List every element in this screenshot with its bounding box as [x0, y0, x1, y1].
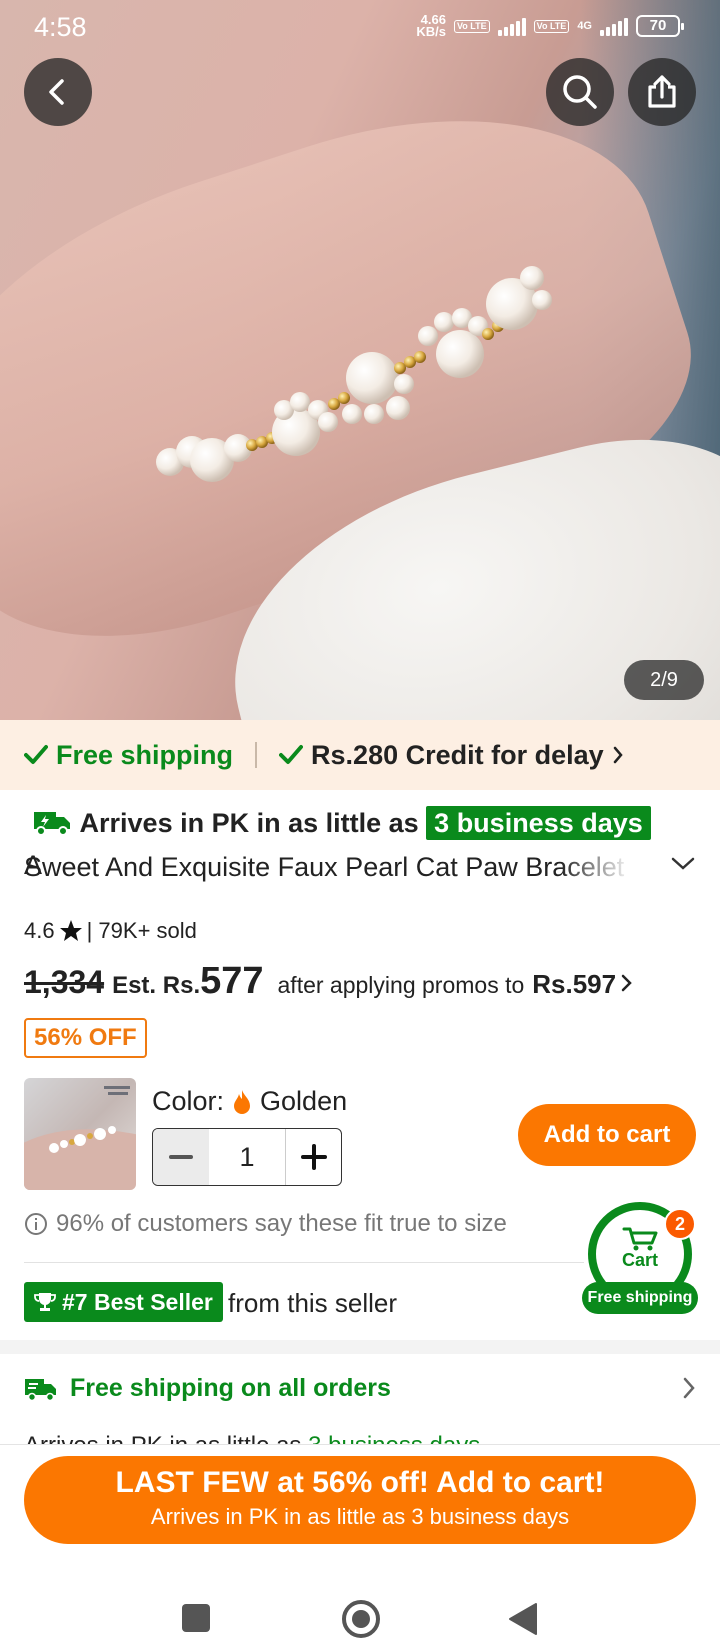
- rating-value: 4.6: [24, 918, 55, 943]
- free-shipping-title: Free shipping on all orders: [70, 1374, 391, 1402]
- volte-badge-2: Vo LTE: [533, 19, 570, 33]
- increase-button[interactable]: [285, 1129, 341, 1185]
- signal-icon-2: [600, 16, 628, 36]
- best-seller-badge[interactable]: #7 Best Seller: [24, 1282, 223, 1322]
- rating-row[interactable]: 4.6 | 79K+ sold: [24, 918, 197, 944]
- fire-icon: [234, 1089, 251, 1114]
- credit-for-delay[interactable]: Rs.280 Credit for delay: [279, 740, 624, 771]
- quantity-value[interactable]: 1: [209, 1129, 285, 1185]
- volte-badge: Vo LTE: [453, 19, 490, 33]
- network-speed: 4.66 KB/s: [416, 13, 446, 39]
- cart-label: Cart: [621, 1250, 658, 1270]
- decrease-button[interactable]: [153, 1129, 209, 1185]
- network-type: 4G: [577, 19, 592, 32]
- cart-count-badge: 2: [664, 1208, 696, 1240]
- home-button[interactable]: [342, 1600, 380, 1638]
- share-icon: [648, 75, 676, 108]
- est-price: 577: [200, 960, 264, 1002]
- promo-text: after applying promos to: [277, 972, 525, 998]
- star-icon: [59, 920, 82, 941]
- product-title-line2: Sweet And Exquisite Faux Pearl Cat Paw B…: [24, 852, 625, 882]
- search-button[interactable]: [546, 58, 614, 126]
- delivery-truck-icon: [25, 1378, 56, 1401]
- quantity-stepper: 1: [152, 1128, 342, 1186]
- checkmark-icon: [24, 745, 48, 764]
- checkmark-icon: [279, 745, 304, 764]
- network-speed-unit: KB/s: [416, 24, 446, 39]
- free-shipping-row[interactable]: Free shipping on all orders: [24, 1374, 696, 1403]
- minus-icon: [169, 1155, 193, 1159]
- add-to-cart-button[interactable]: Add to cart: [518, 1104, 696, 1166]
- back-triangle-icon[interactable]: [508, 1602, 538, 1636]
- plus-icon: [300, 1144, 327, 1170]
- trophy-icon: [34, 1293, 56, 1311]
- image-counter: 2/9: [624, 660, 704, 700]
- fit-note-text: 96% of customers say these fit true to s…: [56, 1210, 507, 1237]
- status-indicators: 4.66 KB/s Vo LTE Vo LTE 4G 70: [416, 13, 684, 39]
- price-row[interactable]: 1,334 Est. Rs. 577 after applying promos…: [24, 960, 714, 1016]
- fit-note: 96% of customers say these fit true to s…: [24, 1210, 507, 1238]
- free-shipping-tag: Free shipping: [24, 740, 233, 771]
- delivery-truck-icon: [34, 812, 70, 836]
- sold-count: | 79K+ sold: [86, 918, 197, 943]
- color-value: Golden: [260, 1086, 348, 1116]
- business-days-badge: 3 business days: [426, 806, 651, 840]
- color-label: Color:: [152, 1086, 225, 1116]
- thumbnail-bracelet: [24, 1086, 136, 1190]
- status-bar: 4:58 4.66 KB/s Vo LTE Vo LTE 4G 70: [0, 0, 720, 56]
- credit-label: Rs.280 Credit for delay: [311, 739, 604, 770]
- est-label: Est. Rs.: [112, 972, 201, 999]
- floating-cart[interactable]: Cart 2 Free shipping: [582, 1202, 698, 1314]
- shipping-strip[interactable]: Free shipping Rs.280 Credit for delay: [0, 720, 720, 790]
- variant-thumbnail[interactable]: [24, 1078, 136, 1190]
- chevron-right-icon: [683, 1377, 695, 1399]
- chevron-down-icon[interactable]: [670, 856, 696, 872]
- cart-free-shipping: Free shipping: [582, 1282, 698, 1314]
- cta-subline: Arrives in PK in as little as 3 business…: [150, 1504, 570, 1529]
- back-arrow-icon: [49, 79, 64, 105]
- share-button[interactable]: [628, 58, 696, 126]
- back-button[interactable]: [24, 58, 92, 126]
- chevron-right-icon: [621, 974, 632, 992]
- promo-price: Rs.597: [532, 969, 617, 999]
- product-image[interactable]: [0, 0, 720, 720]
- info-icon: [25, 1213, 47, 1235]
- battery-icon: 70: [636, 15, 684, 37]
- system-nav-bar: [0, 1564, 720, 1650]
- cart-icon: [622, 1227, 658, 1251]
- best-seller-label: #7 Best Seller: [62, 1288, 213, 1315]
- original-price: 1,334: [24, 964, 105, 1000]
- arrives-text: Arrives in PK in as little as: [79, 808, 419, 838]
- chevron-right-icon: [613, 746, 623, 764]
- section-gap: [0, 1340, 720, 1354]
- discount-badge: 56% OFF: [24, 1018, 147, 1058]
- best-seller-suffix: from this seller: [228, 1288, 398, 1318]
- recents-button[interactable]: [182, 1604, 210, 1632]
- signal-icon: [497, 16, 526, 36]
- color-selector[interactable]: Color: Golden: [152, 1086, 347, 1117]
- free-shipping-label: Free shipping: [56, 739, 234, 770]
- cta-headline: LAST FEW at 56% off! Add to cart!: [115, 1466, 605, 1499]
- last-few-cta-button[interactable]: LAST FEW at 56% off! Add to cart! Arrive…: [24, 1456, 696, 1544]
- section-divider: [24, 1262, 584, 1263]
- strip-divider: [255, 742, 258, 768]
- title-fade: [560, 850, 650, 894]
- search-icon: [563, 75, 597, 109]
- status-time: 4:58: [34, 12, 87, 42]
- bracelet-illustration: [156, 266, 552, 482]
